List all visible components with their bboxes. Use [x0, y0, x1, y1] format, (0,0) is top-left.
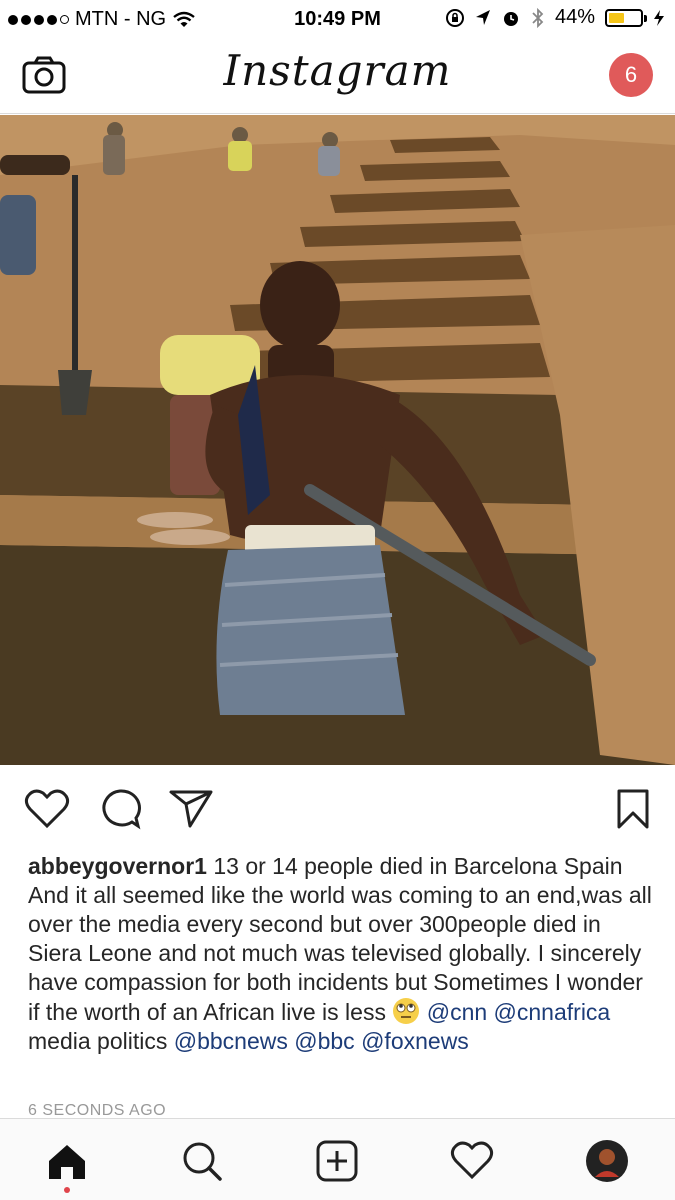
battery-percent: 44%	[554, 6, 595, 28]
mention-foxnews[interactable]: @foxnews	[361, 1028, 469, 1054]
activity-heart-icon[interactable]	[450, 1139, 494, 1183]
share-icon[interactable]	[168, 788, 214, 830]
alarm-icon	[503, 11, 518, 26]
status-bar: MTN - NG 10:49 PM 44%	[0, 0, 675, 38]
location-arrow-icon	[475, 9, 490, 25]
caption-username[interactable]: abbeygovernor1	[28, 853, 207, 879]
tab-bar	[0, 1118, 675, 1200]
photo-illustration	[0, 115, 675, 765]
status-icons: 44%	[445, 6, 665, 29]
battery-icon	[605, 8, 647, 27]
mention-cnn[interactable]: @cnn	[427, 999, 487, 1025]
charging-bolt-icon	[654, 9, 664, 26]
active-tab-indicator	[64, 1187, 70, 1193]
mention-bbcnews[interactable]: @bbcnews	[174, 1028, 288, 1054]
search-icon[interactable]	[180, 1139, 224, 1183]
mention-bbc[interactable]: @bbc	[294, 1028, 354, 1054]
profile-avatar[interactable]	[585, 1139, 629, 1183]
add-post-icon[interactable]	[315, 1139, 359, 1183]
mention-cnnafrica[interactable]: @cnnafrica	[494, 999, 611, 1025]
caption-text-2: media politics	[28, 1028, 174, 1054]
heart-icon[interactable]	[24, 788, 70, 830]
post-actions	[0, 768, 675, 850]
eye-roll-emoji	[393, 998, 420, 1024]
comment-icon[interactable]	[98, 788, 142, 830]
notification-badge[interactable]: 6	[609, 53, 653, 97]
orientation-lock-icon	[445, 8, 464, 27]
instagram-logo: Instagram	[223, 46, 452, 95]
bookmark-icon[interactable]	[616, 788, 650, 830]
app-header: Instagram 6	[0, 38, 675, 114]
post-caption: abbeygovernor1 13 or 14 people died in B…	[28, 852, 653, 1056]
bluetooth-icon	[532, 7, 544, 28]
home-icon[interactable]	[45, 1139, 89, 1183]
post-photo[interactable]	[0, 115, 675, 765]
